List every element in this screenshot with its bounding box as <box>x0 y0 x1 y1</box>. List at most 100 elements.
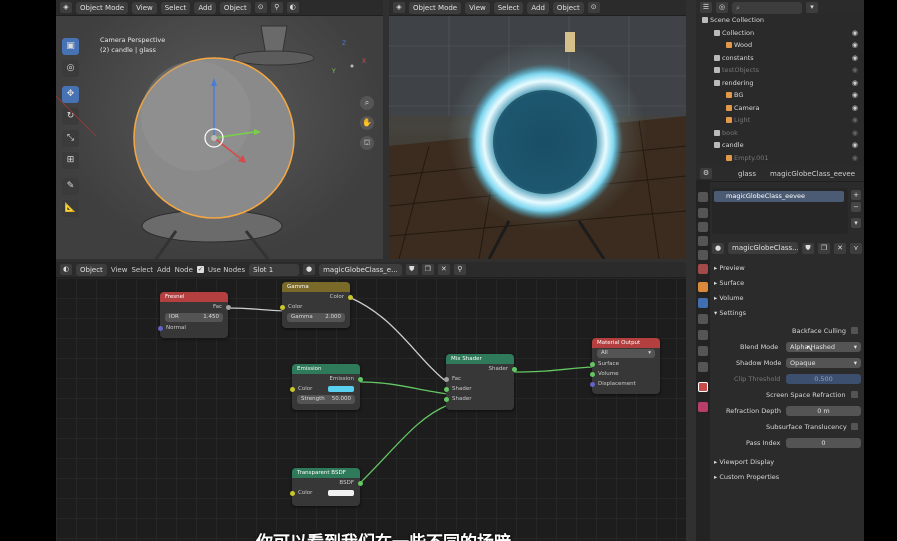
fake-user-icon[interactable]: ⛊ <box>405 264 418 275</box>
panel-surface[interactable]: ▸ Surface <box>714 277 744 289</box>
snap-icon[interactable]: ⚲ <box>270 2 283 13</box>
visibility-eye-icon[interactable]: ◉ <box>852 139 858 152</box>
panel-preview[interactable]: ▸ Preview <box>714 262 745 274</box>
ssr-checkbox[interactable] <box>851 391 858 398</box>
socket-surface-in[interactable] <box>589 361 595 367</box>
blend-mode-dropdown[interactable]: Alpha Hashed ▾ <box>786 342 861 352</box>
editor-type-icon[interactable]: ◈ <box>393 2 405 13</box>
viewport-rendered[interactable] <box>389 16 686 259</box>
outliner-row[interactable]: Scene Collection <box>696 14 864 27</box>
node-emission[interactable]: Emission Emission Color Strength 50.000 <box>289 364 363 410</box>
output-tab-icon[interactable] <box>698 222 708 232</box>
visibility-eye-icon[interactable]: ◉ <box>852 89 858 102</box>
socket-color-in[interactable] <box>289 490 295 496</box>
transparent-color-swatch[interactable] <box>328 490 354 496</box>
menu-view[interactable]: View <box>111 266 128 274</box>
socket-color-in[interactable] <box>289 386 295 392</box>
node-gamma[interactable]: Gamma Color Color Gamma 2.000 <box>279 282 353 328</box>
outliner-row[interactable]: Light ◉ <box>696 114 864 127</box>
target-dropdown[interactable]: All ▾ <box>597 349 655 358</box>
gizmo-y-label[interactable]: Y <box>332 68 336 75</box>
menu-object[interactable]: Object <box>219 1 251 14</box>
visibility-eye-icon[interactable]: ◉ <box>852 102 858 115</box>
panel-settings[interactable]: ▾ Settings <box>714 307 746 319</box>
outliner-row[interactable]: BG ◉ <box>696 89 864 102</box>
outliner-row[interactable]: Empty.001 ◉ <box>696 152 864 165</box>
strength-field[interactable]: Strength 50.000 <box>297 395 355 404</box>
mode-dropdown[interactable]: Object Mode <box>409 1 462 14</box>
copy-icon[interactable]: ❐ <box>421 264 434 275</box>
close-icon[interactable]: ✕ <box>437 264 450 275</box>
slot-menu-button[interactable]: ▾ <box>851 218 861 228</box>
use-nodes-checkbox[interactable]: ✓ <box>196 266 204 273</box>
zoom-icon[interactable]: ⌕ <box>360 96 374 110</box>
remove-slot-button[interactable]: − <box>851 202 861 212</box>
menu-add[interactable]: Add <box>527 1 549 14</box>
menu-add[interactable]: Add <box>157 266 171 274</box>
gizmo-x-label[interactable]: X <box>362 58 366 65</box>
editor-type-icon[interactable]: ☰ <box>700 2 712 13</box>
outliner-row[interactable]: book ◉ <box>696 127 864 140</box>
socket-shader1-in[interactable] <box>443 386 449 392</box>
emission-color-swatch[interactable] <box>328 386 354 392</box>
visibility-eye-icon[interactable]: ◉ <box>852 64 858 77</box>
add-slot-button[interactable]: + <box>851 190 861 200</box>
display-mode-icon[interactable]: ◎ <box>716 2 728 13</box>
menu-view[interactable]: View <box>132 1 157 14</box>
constraints-tab-icon[interactable] <box>698 346 708 356</box>
editor-type-icon[interactable]: ◈ <box>60 2 72 13</box>
pivot-icon[interactable]: ⊙ <box>587 2 600 13</box>
node-fresnel[interactable]: Fresnel Fac IOR 1.450 Normal <box>157 292 231 338</box>
visibility-eye-icon[interactable]: ◉ <box>852 52 858 65</box>
pass-index-field[interactable]: 0 <box>786 438 861 448</box>
shadow-mode-dropdown[interactable]: Opaque ▾ <box>786 358 861 368</box>
outliner-row[interactable]: Collection ◉ <box>696 27 864 40</box>
ior-field[interactable]: IOR 1.450 <box>165 313 223 322</box>
material-name-field[interactable]: magicGlobeClass... <box>728 242 798 254</box>
outliner-search-input[interactable]: ⌕ <box>732 1 802 14</box>
socket-volume-in[interactable] <box>589 371 595 377</box>
menu-select[interactable]: Select <box>160 1 191 14</box>
socket-color-out[interactable] <box>347 294 353 300</box>
clip-threshold-field[interactable]: 0.500 <box>786 374 861 384</box>
menu-node[interactable]: Node <box>175 266 193 274</box>
socket-bsdf-out[interactable] <box>357 480 363 486</box>
modifier-tab-icon[interactable] <box>698 298 708 308</box>
socket-color-in[interactable] <box>279 304 285 310</box>
menu-add[interactable]: Add <box>194 1 216 14</box>
outliner-row[interactable]: testObjects ◉ <box>696 64 864 77</box>
view-layer-tab-icon[interactable] <box>698 236 708 246</box>
shader-type-dropdown[interactable]: Object <box>76 263 107 276</box>
visibility-eye-icon[interactable]: ◉ <box>852 114 858 127</box>
editor-type-icon[interactable]: ⚙ <box>700 168 712 179</box>
filter-icon[interactable]: ▾ <box>806 2 818 13</box>
unlink-icon[interactable]: ✕ <box>834 242 846 254</box>
outliner-row[interactable]: Wood ◉ <box>696 39 864 52</box>
tool-tab-icon[interactable] <box>698 192 708 202</box>
socket-emission-out[interactable] <box>357 376 363 382</box>
duplicate-icon[interactable]: ❐ <box>818 242 830 254</box>
viewport-solid[interactable]: Camera Perspective (2) candle | glass ▣ … <box>56 16 383 259</box>
subsurface-checkbox[interactable] <box>851 423 858 430</box>
material-tab-icon[interactable] <box>698 382 708 392</box>
gamma-field[interactable]: Gamma 2.000 <box>287 313 345 322</box>
socket-fac-in[interactable] <box>443 376 449 382</box>
render-tab-icon[interactable] <box>698 208 708 218</box>
socket-fac-out[interactable] <box>225 304 231 310</box>
scene-tab-icon[interactable] <box>698 250 708 260</box>
node-link-icon[interactable]: ⋎ <box>850 242 862 254</box>
data-tab-icon[interactable] <box>698 362 708 372</box>
panel-viewport-display[interactable]: ▸ Viewport Display <box>714 456 774 468</box>
pan-hand-icon[interactable]: ✋ <box>360 116 374 130</box>
mode-dropdown[interactable]: Object Mode <box>76 1 129 14</box>
fake-user-icon[interactable]: ⛊ <box>802 242 814 254</box>
outliner-row[interactable]: Camera ◉ <box>696 102 864 115</box>
socket-shader2-in[interactable] <box>443 396 449 402</box>
outliner-row[interactable]: constants ◉ <box>696 52 864 65</box>
socket-displacement-in[interactable] <box>589 381 595 387</box>
panel-volume[interactable]: ▸ Volume <box>714 292 744 304</box>
material-slot-item[interactable]: magicGlobeClass_eevee <box>714 191 844 202</box>
editor-type-icon[interactable]: ◐ <box>60 264 72 275</box>
refraction-depth-field[interactable]: 0 m <box>786 406 861 416</box>
camera-view-icon[interactable]: ⛫ <box>360 136 374 150</box>
